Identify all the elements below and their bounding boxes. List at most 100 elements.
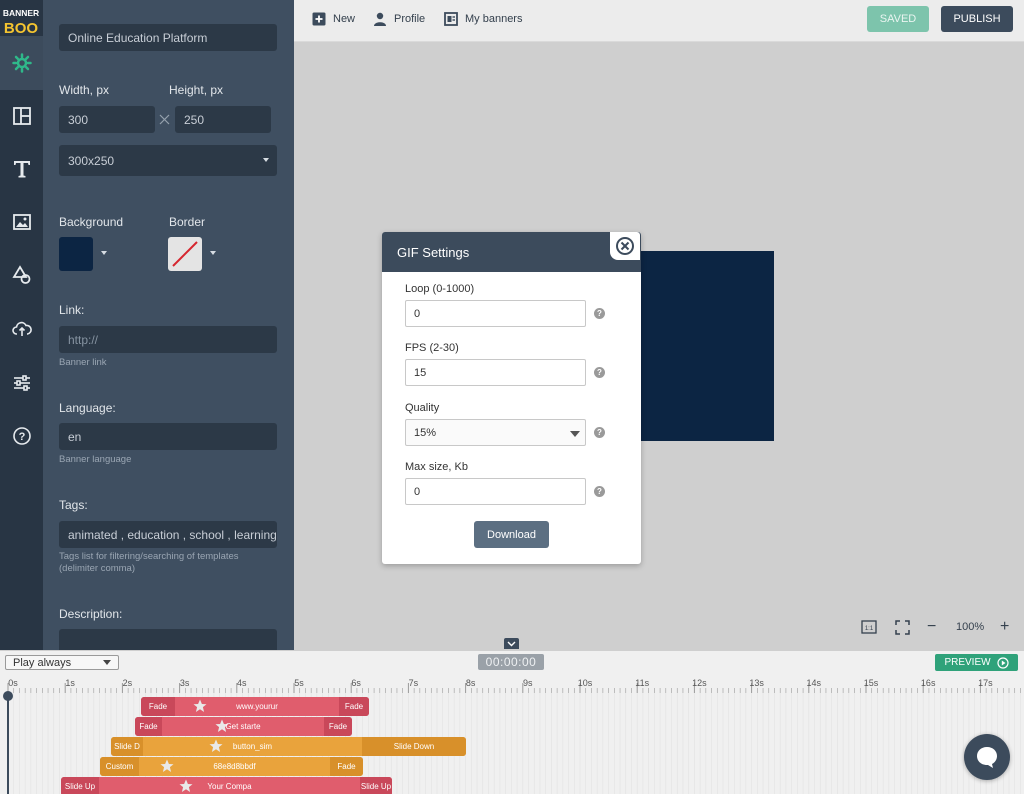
playhead[interactable] [7, 697, 9, 794]
tick-label: 5s [294, 678, 304, 688]
layer-body[interactable]: Your Compa [99, 777, 360, 794]
fps-label: FPS (2-30) [405, 342, 459, 354]
publish-button[interactable]: PUBLISH [941, 6, 1013, 32]
layer-out-effect[interactable]: Fade [324, 717, 352, 736]
saved-button[interactable]: SAVED [867, 6, 929, 32]
new-banner-button[interactable]: New [312, 12, 355, 26]
layer-out-effect[interactable]: Fade [339, 697, 369, 716]
settings-icon [11, 53, 32, 73]
fps-help-icon[interactable]: ? [594, 367, 605, 378]
tick-label: 0s [8, 678, 18, 688]
layer-body[interactable]: 68e8d8bbdf [139, 757, 330, 776]
chevron-down-icon[interactable] [101, 251, 107, 255]
rail-shapes[interactable] [0, 248, 43, 302]
rail-image[interactable] [0, 195, 43, 249]
my-banners-button[interactable]: My banners [444, 12, 522, 26]
svg-text:1:1: 1:1 [865, 626, 874, 632]
banners-icon [444, 12, 458, 26]
background-color-swatch[interactable] [59, 237, 93, 271]
rail-adjust[interactable] [0, 356, 43, 410]
rail-text[interactable] [0, 142, 43, 196]
tick-label: 13s [749, 678, 764, 688]
link-label: Link: [59, 303, 85, 317]
loop-label: Loop (0-1000) [405, 283, 475, 295]
fullscreen-button[interactable] [895, 618, 910, 636]
tick-label: 11s [635, 678, 650, 688]
link-dimensions-icon[interactable] [159, 114, 170, 125]
play-icon [996, 656, 1009, 669]
tick-label: 16s [920, 678, 936, 688]
width-input[interactable]: 300 [59, 106, 155, 133]
preview-button[interactable]: PREVIEW [935, 654, 1018, 671]
zoom-out-button[interactable]: − [927, 618, 936, 636]
layer-in-effect[interactable]: Custom [100, 757, 139, 776]
layer-body[interactable]: Get starte [162, 717, 324, 736]
link-input[interactable]: http:// [59, 326, 277, 353]
layer-in-effect[interactable]: Slide D [111, 737, 143, 756]
zoom-in-button[interactable]: + [1000, 618, 1009, 636]
rail-help[interactable]: ? [0, 409, 43, 463]
dialog-header: GIF Settings [382, 232, 641, 272]
layer-out-effect[interactable]: Fade [330, 757, 363, 776]
fit-actual-size-button[interactable]: 1:1 [861, 618, 877, 636]
height-input[interactable]: 250 [175, 106, 271, 133]
download-button[interactable]: Download [474, 521, 549, 548]
close-button[interactable] [610, 232, 640, 260]
layer-body[interactable]: button_sim [143, 737, 362, 756]
layer-in-effect[interactable]: Slide Up [61, 777, 99, 794]
tick-label: 4s [237, 678, 247, 688]
profile-button[interactable]: Profile [373, 12, 425, 26]
banner-canvas[interactable] [640, 251, 774, 441]
layer-in-effect[interactable]: Fade [141, 697, 175, 716]
language-hint: Banner language [59, 454, 132, 465]
tick-label: 17s [978, 678, 993, 688]
timeline-layer[interactable]: Custom 68e8d8bbdf Fade [100, 757, 363, 776]
quality-help-icon[interactable]: ? [594, 427, 605, 438]
description-input[interactable] [59, 629, 277, 650]
tick-label: 9s [523, 678, 533, 688]
tick-label: 3s [179, 678, 190, 688]
border-color-swatch[interactable] [168, 237, 202, 271]
bannerboo-logo[interactable]: BANNER BOO [2, 4, 40, 37]
max-size-help-icon[interactable]: ? [594, 486, 605, 497]
banner-name-input[interactable]: Online Education Platform [59, 24, 277, 51]
rail-upload[interactable] [0, 302, 43, 356]
fps-input[interactable]: 15 [405, 359, 586, 386]
tags-input[interactable]: animated , education , school , learning… [59, 521, 277, 548]
language-input[interactable]: en [59, 423, 277, 450]
layer-in-effect[interactable]: Fade [135, 717, 162, 736]
border-label: Border [169, 215, 206, 229]
size-preset-select[interactable]: 300x250 [59, 145, 277, 176]
user-icon [374, 12, 386, 26]
loop-help-icon[interactable]: ? [594, 308, 605, 319]
quality-select[interactable]: 15% [405, 419, 586, 446]
text-icon [13, 161, 30, 178]
timeline-layer[interactable]: Fade www.yourur Fade [141, 697, 369, 716]
loop-input[interactable]: 0 [405, 300, 586, 327]
plus-icon [312, 12, 326, 26]
help-icon: ? [12, 427, 31, 445]
layer-name: button_sim [232, 742, 273, 751]
timeline-layer[interactable]: Fade Get starte Fade [135, 717, 352, 736]
timeline-layer[interactable]: Slide D button_sim Slide Down [111, 737, 466, 756]
layer-out-effect[interactable]: Slide Up [360, 777, 392, 794]
timeline-layer[interactable]: Slide Up Your Compa Slide Up [61, 777, 392, 794]
rail-settings[interactable] [0, 36, 43, 90]
width-label: Width, px [59, 83, 110, 97]
top-toolbar: New Profile My banners SAVED PUBLISH [294, 0, 1024, 42]
actual-size-icon: 1:1 [861, 620, 877, 634]
play-mode-select[interactable]: Play always [5, 655, 119, 670]
dialog-title: GIF Settings [397, 244, 470, 260]
timeline-collapse-button[interactable] [504, 638, 519, 649]
max-size-input[interactable]: 0 [405, 478, 586, 505]
layer-body[interactable]: www.yourur [175, 697, 339, 716]
layer-out-effect[interactable]: Slide Down [362, 737, 466, 756]
chat-button[interactable] [964, 734, 1010, 780]
sliders-icon [13, 375, 30, 391]
chevron-down-icon[interactable] [210, 251, 216, 255]
chevron-down-icon [103, 660, 111, 665]
playhead-handle[interactable] [3, 691, 13, 701]
tick-label: 6s [351, 678, 361, 688]
rail-layout[interactable] [0, 89, 43, 143]
chevron-down-icon [507, 641, 516, 646]
